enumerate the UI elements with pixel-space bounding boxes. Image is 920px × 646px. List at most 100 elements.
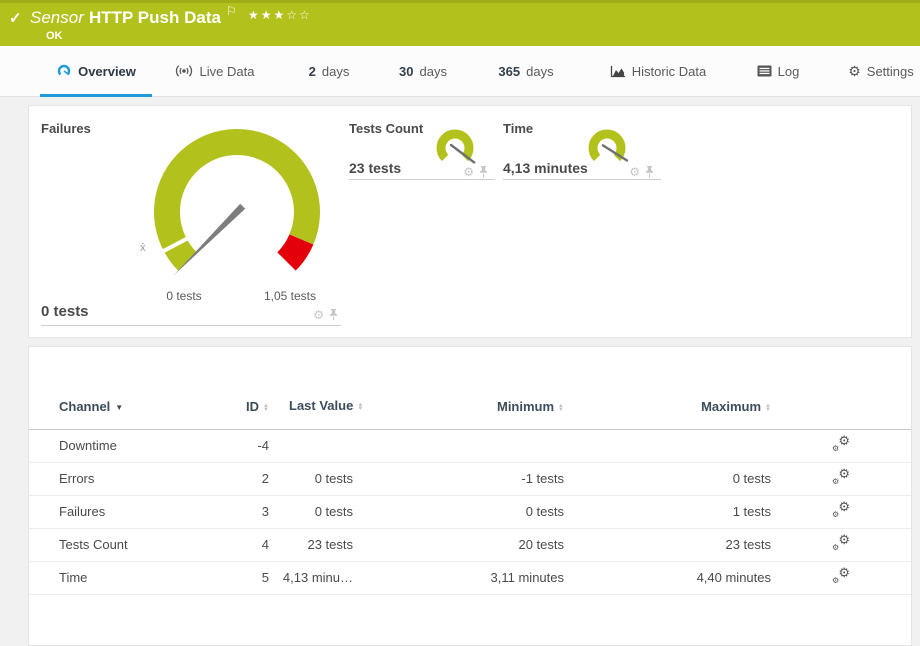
gauge-time: Time 4,13 minutes ⚙ xyxy=(503,118,661,180)
col-label: ID xyxy=(246,399,259,414)
gauge-title: Failures xyxy=(41,121,91,136)
tab-label: Settings xyxy=(867,64,914,79)
gauge-title: Tests Count xyxy=(349,121,423,136)
tab-log[interactable]: Log xyxy=(752,46,804,96)
table-header-row: Channel▼ ID▲▼ Last Value▲▼ Minimum▲▼ Max… xyxy=(29,385,911,429)
channels-panel: Channel▼ ID▲▼ Last Value▲▼ Minimum▲▼ Max… xyxy=(28,346,912,646)
col-label: Maximum xyxy=(701,399,761,414)
col-header-actions xyxy=(771,385,911,429)
gauge-settings-icon[interactable]: ⚙ xyxy=(629,166,640,178)
page-title: HTTP Push Data xyxy=(89,8,221,28)
tab-label: Log xyxy=(778,64,800,79)
col-header-last-value[interactable]: Last Value▲▼ xyxy=(269,385,353,429)
sensor-header: ✓ Sensor HTTP Push Data ⚐ ★★★☆☆ OK xyxy=(0,0,920,46)
sort-icon: ▲▼ xyxy=(765,404,771,412)
tab-historic-data[interactable]: Historic Data xyxy=(604,46,712,96)
gauge-title: Time xyxy=(503,121,533,136)
cell-minimum: -1 tests xyxy=(353,462,564,495)
channel-settings-icon[interactable]: ⚙⚙ xyxy=(832,502,850,518)
col-label: Minimum xyxy=(497,399,554,414)
channel-settings-icon[interactable]: ⚙⚙ xyxy=(832,436,850,452)
tab-number: 365 xyxy=(498,64,520,79)
tab-settings[interactable]: ⚙ Settings xyxy=(848,46,914,96)
tab-bar: Overview Live Data 2 days 30 days 365 da… xyxy=(0,46,920,97)
pin-icon[interactable] xyxy=(328,308,339,321)
tab-365-days[interactable]: 365 days xyxy=(492,46,560,96)
cell-maximum: 23 tests xyxy=(564,528,771,561)
tab-label: days xyxy=(526,64,553,79)
gauge-failures: Failures x̄ 0 tests 1,05 tests 0 tests ⚙ xyxy=(41,118,341,326)
cell-id: 5 xyxy=(204,561,269,594)
col-header-maximum[interactable]: Maximum ▲▼ xyxy=(564,385,771,429)
gauge-settings-icon[interactable]: ⚙ xyxy=(313,309,324,321)
cell-id: -4 xyxy=(204,429,269,462)
cell-channel: Time xyxy=(29,561,204,594)
col-header-id[interactable]: ID ▲▼ xyxy=(204,385,269,429)
sort-icon: ▲▼ xyxy=(263,404,269,412)
tab-label: days xyxy=(420,64,447,79)
tab-label: Historic Data xyxy=(632,64,706,79)
col-label: Channel xyxy=(59,399,110,414)
channels-table: Channel▼ ID▲▼ Last Value▲▼ Minimum▲▼ Max… xyxy=(29,385,911,595)
cell-last-value xyxy=(269,429,353,462)
cell-id: 2 xyxy=(204,462,269,495)
chart-icon xyxy=(610,65,626,78)
cell-channel: Downtime xyxy=(29,429,204,462)
cell-channel: Failures xyxy=(29,495,204,528)
broadcast-icon xyxy=(174,64,194,78)
col-header-minimum[interactable]: Minimum ▲▼ xyxy=(353,385,564,429)
table-row: Time 5 4,13 minu… 3,11 minutes 4,40 minu… xyxy=(29,561,911,594)
table-row: Errors 2 0 tests -1 tests 0 tests ⚙⚙ xyxy=(29,462,911,495)
cell-channel: Tests Count xyxy=(29,528,204,561)
tab-30-days[interactable]: 30 days xyxy=(392,46,454,96)
sort-icon: ▲▼ xyxy=(558,404,564,412)
time-gauge-chart xyxy=(585,126,629,170)
gauge-icon xyxy=(56,63,72,79)
cell-id: 3 xyxy=(204,495,269,528)
gauge-scale-max: 1,05 tests xyxy=(253,289,327,303)
cell-minimum: 20 tests xyxy=(353,528,564,561)
tab-number: 2 xyxy=(309,64,316,79)
object-kind-label: Sensor xyxy=(30,8,84,28)
channel-settings-icon[interactable]: ⚙⚙ xyxy=(832,568,850,584)
tests-count-gauge-chart xyxy=(433,126,477,170)
gauge-scale-min: 0 tests xyxy=(149,289,219,303)
table-row: Downtime -4 ⚙⚙ xyxy=(29,429,911,462)
gauge-value: 23 tests xyxy=(349,160,401,176)
cell-minimum: 3,11 minutes xyxy=(353,561,564,594)
cell-id: 4 xyxy=(204,528,269,561)
content-area: Failures x̄ 0 tests 1,05 tests 0 tests ⚙… xyxy=(0,97,920,646)
failures-gauge-chart xyxy=(153,128,321,296)
sort-caret-icon: ▼ xyxy=(115,403,123,412)
gauge-value: 4,13 minutes xyxy=(503,160,588,176)
tab-live-data[interactable]: Live Data xyxy=(168,46,260,96)
col-label: Last Value xyxy=(289,398,353,413)
sort-icon: ▲▼ xyxy=(357,403,363,411)
cell-last-value: 0 tests xyxy=(269,462,353,495)
cell-maximum: 0 tests xyxy=(564,462,771,495)
cell-maximum: 1 tests xyxy=(564,495,771,528)
gauge-tests-count: Tests Count 23 tests ⚙ xyxy=(349,118,495,180)
priority-stars[interactable]: ★★★☆☆ xyxy=(248,8,312,22)
cell-last-value: 0 tests xyxy=(269,495,353,528)
channel-settings-icon[interactable]: ⚙⚙ xyxy=(832,469,850,485)
cell-last-value: 4,13 minu… xyxy=(269,561,353,594)
cell-minimum xyxy=(353,429,564,462)
gauge-settings-icon[interactable]: ⚙ xyxy=(463,166,474,178)
gear-icon: ⚙ xyxy=(848,64,861,78)
table-row: Tests Count 4 23 tests 20 tests 23 tests… xyxy=(29,528,911,561)
flag-icon[interactable]: ⚐ xyxy=(226,4,237,18)
cell-maximum xyxy=(564,429,771,462)
pin-icon[interactable] xyxy=(478,165,489,178)
col-header-channel[interactable]: Channel ▼ xyxy=(29,385,204,429)
tab-number: 30 xyxy=(399,64,413,79)
tab-overview[interactable]: Overview xyxy=(40,46,152,96)
cell-channel: Errors xyxy=(29,462,204,495)
channel-settings-icon[interactable]: ⚙⚙ xyxy=(832,535,850,551)
tab-label: days xyxy=(322,64,349,79)
gauge-value: 0 tests xyxy=(41,303,89,320)
pin-icon[interactable] xyxy=(644,165,655,178)
tab-2-days[interactable]: 2 days xyxy=(300,46,358,96)
status-check-icon: ✓ xyxy=(9,9,22,27)
tab-label: Live Data xyxy=(200,64,255,79)
